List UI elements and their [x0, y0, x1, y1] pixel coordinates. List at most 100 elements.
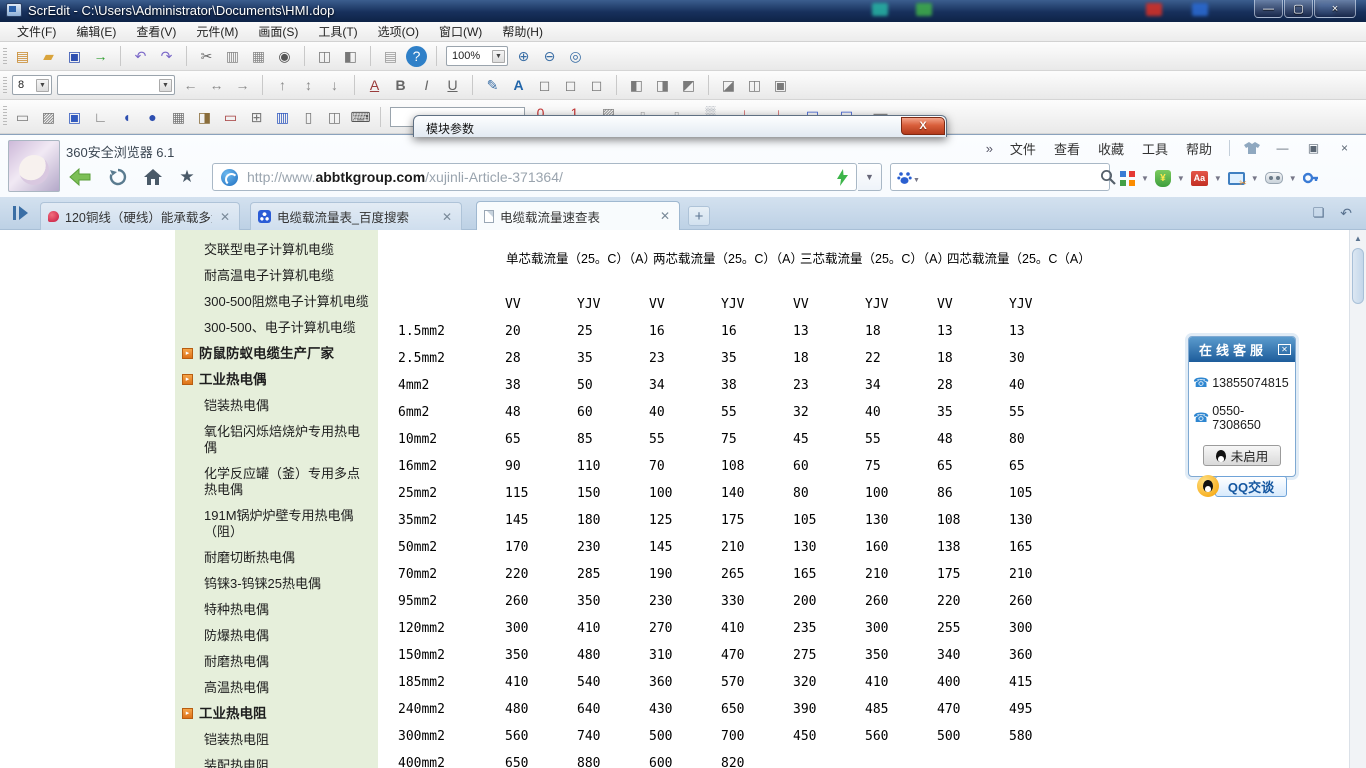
search-magnifier-icon[interactable]	[1100, 169, 1116, 185]
scredit-close-button[interactable]: ×	[1314, 0, 1356, 18]
open-icon[interactable]: ▰	[38, 46, 59, 67]
page-scrollbar[interactable]: ▲	[1349, 230, 1366, 768]
layer-front-icon[interactable]: ◪	[718, 75, 739, 96]
scredit-minimize-button[interactable]: —	[1254, 0, 1283, 18]
scredit-restore-button[interactable]: ▢	[1284, 0, 1313, 18]
align-middle-icon[interactable]: ↕	[298, 75, 319, 96]
phone-number-1[interactable]: 13855074815	[1212, 376, 1288, 390]
bold-icon[interactable]: B	[390, 75, 411, 96]
sidebar-item[interactable]: 300-500、电子计算机电缆	[175, 315, 378, 341]
scroll-up-arrow[interactable]: ▲	[1350, 230, 1366, 246]
same-width-icon[interactable]: ◻	[560, 75, 581, 96]
skin-shirt-icon[interactable]	[1238, 139, 1265, 157]
browser-restore-button[interactable]: ▣	[1300, 139, 1327, 157]
rectangle-tool-icon[interactable]: ▭	[12, 106, 33, 127]
scredit-menu-item[interactable]: 工具(T)	[309, 21, 366, 42]
search-engine-caret-icon[interactable]: ▼	[913, 177, 920, 184]
site-logo-icon[interactable]	[221, 169, 238, 186]
group-icon[interactable]: ▣	[770, 75, 791, 96]
search-paw-icon[interactable]	[897, 170, 912, 185]
sidebar-item[interactable]: 耐磨热电偶	[175, 649, 378, 675]
sidebar-item[interactable]: ▸防鼠防蚁电缆生产厂家	[175, 341, 378, 367]
url-dropdown-icon[interactable]: ▼	[858, 163, 882, 191]
redo-icon[interactable]: ↷	[156, 46, 177, 67]
font-name-combo[interactable]: ▼	[57, 75, 175, 95]
sidebar-item[interactable]: ▸工业热电阻	[175, 701, 378, 727]
undo-icon[interactable]: ↶	[130, 46, 151, 67]
refresh-icon[interactable]	[102, 163, 134, 191]
keyboard-element-icon[interactable]: ⌨	[350, 106, 371, 127]
scredit-menu-item[interactable]: 元件(M)	[187, 21, 247, 42]
scroll-thumb[interactable]	[1352, 248, 1364, 304]
scredit-menu-item[interactable]: 窗口(W)	[430, 21, 491, 42]
apps-grid-caret-icon[interactable]: ▼	[1138, 174, 1152, 183]
scredit-menu-item[interactable]: 画面(S)	[249, 21, 307, 42]
browser-menu-item[interactable]: 工具	[1133, 137, 1177, 160]
sidebar-item[interactable]: 铠装热电偶	[175, 393, 378, 419]
screen-new-icon[interactable]: ◫	[314, 46, 335, 67]
door-element-icon[interactable]: ◫	[324, 106, 345, 127]
save-icon[interactable]: ▣	[64, 46, 85, 67]
sidebar-item[interactable]: 装配热电阻	[175, 753, 378, 768]
pattern-tool-icon[interactable]: ▦	[168, 106, 189, 127]
combo-caret-icon[interactable]: ▼	[159, 79, 172, 92]
sidebar-item[interactable]: 化学反应罐（釜）专用多点热电偶	[175, 461, 378, 503]
arc-tool-icon[interactable]: ◖	[116, 106, 137, 127]
shield-caret-icon[interactable]: ▼	[1174, 174, 1188, 183]
scredit-titlebar[interactable]: ScrEdit - C:\Users\Administrator\Documen…	[0, 0, 1366, 22]
space-across-icon[interactable]: ◧	[626, 75, 647, 96]
scredit-menu-item[interactable]: 选项(O)	[369, 21, 428, 42]
table-element-icon[interactable]: ▥	[272, 106, 293, 127]
print-icon[interactable]: ▤	[380, 46, 401, 67]
sidebar-item[interactable]: 防爆热电偶	[175, 623, 378, 649]
lightning-icon[interactable]	[837, 169, 848, 186]
games-icon[interactable]	[1265, 172, 1283, 184]
tab-close-icon[interactable]: ✕	[218, 210, 232, 224]
align-top-icon[interactable]: ↑	[272, 75, 293, 96]
translate-aa-icon[interactable]: Aa	[1191, 171, 1208, 186]
bookmark-star-icon[interactable]: ★	[172, 163, 202, 191]
zoom-out-icon[interactable]: ⊖	[539, 46, 560, 67]
browser-minimize-button[interactable]: —	[1269, 139, 1296, 157]
help-icon[interactable]: ?	[406, 46, 427, 67]
apps-grid-icon[interactable]	[1120, 171, 1135, 186]
filled-rect-tool-icon[interactable]: ▣	[64, 106, 85, 127]
service-panel-close-icon[interactable]: ✕	[1278, 344, 1291, 355]
sidebar-item[interactable]: 300-500阻燃电子计算机电缆	[175, 289, 378, 315]
italic-icon[interactable]: I	[416, 75, 437, 96]
new-screen-icon[interactable]: ▤	[12, 46, 33, 67]
dialog-close-button[interactable]: X	[901, 117, 945, 135]
align-bottom-icon[interactable]: ↓	[324, 75, 345, 96]
zoom-area-icon[interactable]: ◎	[565, 46, 586, 67]
cut-icon[interactable]: ✂	[196, 46, 217, 67]
games-caret-icon[interactable]: ▼	[1286, 174, 1300, 183]
phone-number-2[interactable]: 0550-7308650	[1212, 404, 1291, 432]
hatched-rect-tool-icon[interactable]: ▨	[38, 106, 59, 127]
screenshot-icon[interactable]	[1228, 172, 1245, 185]
font-size-combo[interactable]: 8▼	[12, 75, 52, 95]
sidebar-item[interactable]: 191M锅炉炉壁专用热电偶（阻）	[175, 503, 378, 545]
sidebar-item[interactable]: 交联型电子计算机电缆	[175, 237, 378, 263]
underline-icon[interactable]: U	[442, 75, 463, 96]
copy-icon[interactable]: ▥	[222, 46, 243, 67]
search-box[interactable]: ▼	[890, 163, 1110, 191]
home-icon[interactable]	[138, 163, 168, 191]
paste-icon[interactable]: ▦	[248, 46, 269, 67]
tab-close-icon[interactable]: ✕	[440, 210, 454, 224]
scredit-menu-item[interactable]: 文件(F)	[8, 21, 65, 42]
browser-menu-item[interactable]: 文件	[1001, 137, 1045, 160]
browser-tab[interactable]: 120铜线（硬线）能承载多大电✕	[40, 202, 240, 230]
qq-chat-button[interactable]: QQ交谈	[1215, 476, 1287, 497]
scredit-menu-item[interactable]: 查看(V)	[127, 21, 185, 42]
zoom-in-icon[interactable]: ⊕	[513, 46, 534, 67]
browser-close-button[interactable]: ×	[1331, 139, 1358, 157]
sidebar-item[interactable]: 氧化铝闪烁焙烧炉专用热电偶	[175, 419, 378, 461]
center-screen-icon[interactable]: ◩	[678, 75, 699, 96]
translate-caret-icon[interactable]: ▼	[1211, 174, 1225, 183]
screen-open-icon[interactable]: ◧	[340, 46, 361, 67]
panel-element-icon[interactable]: ▯	[298, 106, 319, 127]
password-key-icon[interactable]	[1303, 170, 1319, 186]
sidebar-item[interactable]: 高温热电偶	[175, 675, 378, 701]
scredit-menu-item[interactable]: 编辑(E)	[67, 21, 125, 42]
align-right-icon[interactable]: →	[232, 75, 253, 96]
